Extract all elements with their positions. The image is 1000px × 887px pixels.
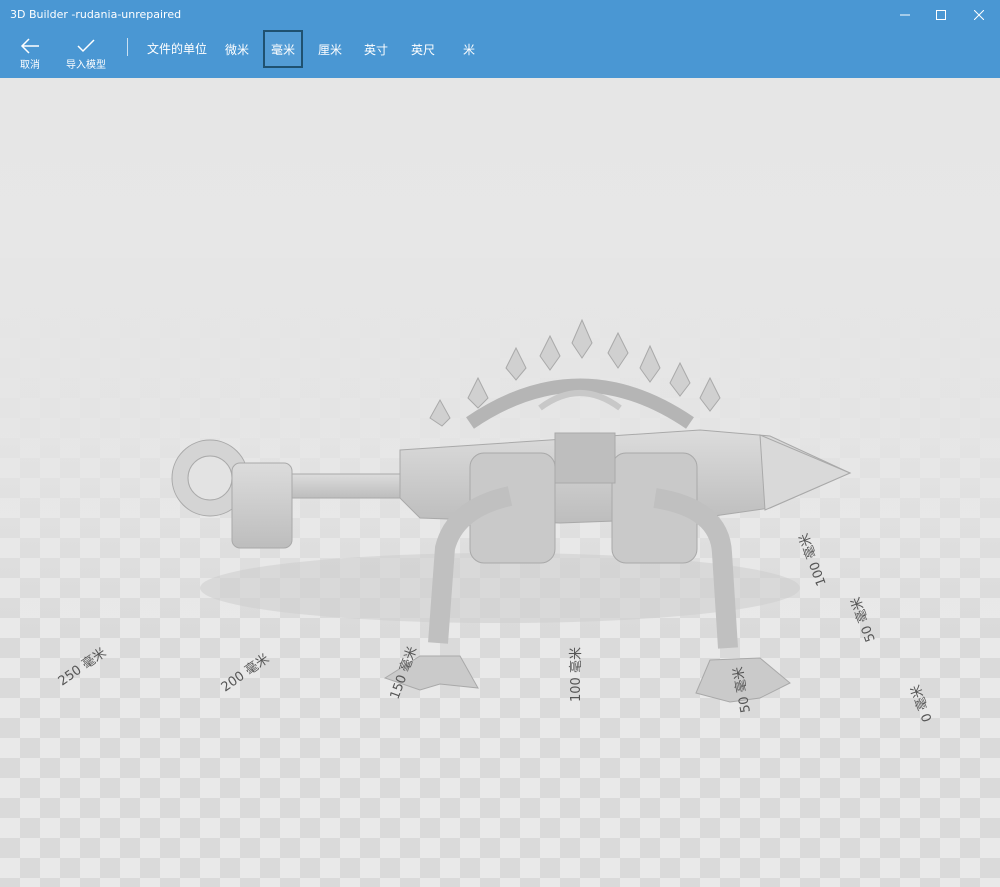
title-bar: 3D Builder -rudania-unrepaired (0, 0, 1000, 30)
unit-option-foot[interactable]: 英尺 (404, 30, 442, 68)
unit-option-micrometer[interactable]: 微米 (218, 30, 256, 68)
back-arrow-icon (20, 38, 39, 54)
cancel-label: 取消 (20, 60, 40, 71)
minimize-icon (900, 14, 910, 16)
import-model-button[interactable]: 导入模型 (60, 30, 112, 78)
3d-viewport[interactable]: 250 毫米 200 毫米 150 毫米 100 毫米 50 毫米 0 毫米 5… (0, 78, 1000, 887)
scene-canvas[interactable]: 250 毫米 200 毫米 150 毫米 100 毫米 50 毫米 0 毫米 5… (0, 78, 1000, 887)
ruler-label-100: 100 毫米 (568, 647, 584, 702)
unit-option-inch[interactable]: 英寸 (357, 30, 395, 68)
unit-option-centimeter[interactable]: 厘米 (311, 30, 349, 68)
window-title: 3D Builder -rudania-unrepaired (10, 8, 182, 21)
import-model-label: 导入模型 (66, 60, 106, 71)
close-icon (974, 10, 984, 20)
unit-option-millimeter[interactable]: 毫米 (263, 30, 303, 68)
toolbar: 取消 导入模型 文件的单位 微米 毫米 厘米 英寸 英尺 米 (0, 30, 1000, 78)
close-button[interactable] (960, 0, 998, 30)
maximize-button[interactable] (922, 0, 960, 30)
minimize-button[interactable] (886, 0, 924, 30)
file-units-label: 文件的单位 (147, 42, 208, 56)
toolbar-separator (127, 38, 128, 56)
checkmark-icon (77, 39, 95, 53)
maximize-icon (936, 10, 946, 20)
unit-option-meter[interactable]: 米 (452, 30, 486, 68)
cancel-button[interactable]: 取消 (8, 30, 52, 78)
